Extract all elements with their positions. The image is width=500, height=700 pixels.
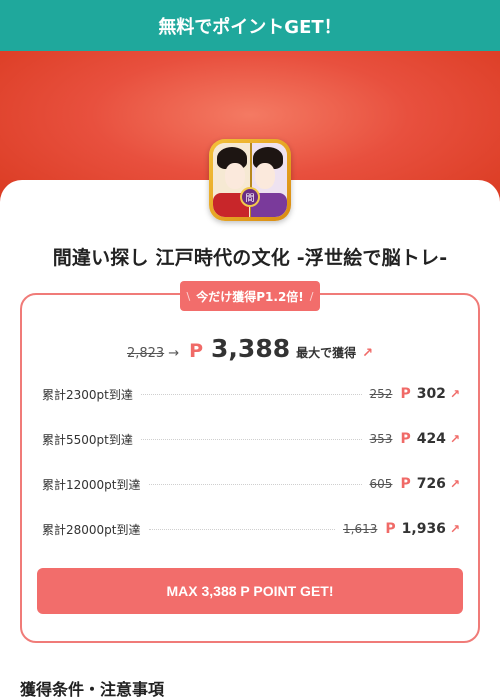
tier-row: 累計12000pt到達 605 P 726 ↗ xyxy=(42,474,460,494)
points-p-icon: P xyxy=(189,340,204,362)
app-icon-seal: 間 xyxy=(240,187,260,207)
max-points-row: 2,823 → P 3,388 最大で獲得 ↗ xyxy=(0,334,500,363)
arrow-up-right-icon: ↗ xyxy=(362,346,374,361)
dotted-leader xyxy=(140,438,362,440)
tier-old-points: 353 xyxy=(369,432,393,446)
app-title: 間違い探し 江戸時代の文化 -浮世絵で脳トレ- xyxy=(52,247,448,269)
badge-deco-left: \ xyxy=(186,289,191,303)
tier-old-points: 252 xyxy=(369,387,393,401)
dotted-leader xyxy=(148,483,362,485)
max-points-label: 最大で獲得 xyxy=(296,346,357,360)
arrow-up-right-icon: ↗ xyxy=(449,522,460,536)
tier-row: 累計5500pt到達 353 P 424 ↗ xyxy=(42,429,460,449)
tier-label: 累計28000pt到達 xyxy=(42,522,141,537)
tier-points-value: 1,936 xyxy=(401,521,446,537)
max-old-points: 2,823 xyxy=(126,346,165,361)
tier-points-value: 302 xyxy=(416,386,446,402)
points-p-icon: P xyxy=(400,431,411,447)
arrow-up-right-icon: ↗ xyxy=(449,387,460,401)
top-header: 無料でポイントGET！ xyxy=(0,0,500,51)
app-icon: 間 xyxy=(209,139,291,221)
badge-deco-right: / xyxy=(309,289,314,303)
tier-old-points: 605 xyxy=(369,477,393,491)
bonus-badge: \ 今だけ獲得P1.2倍! / xyxy=(180,281,320,311)
tier-row: 累計28000pt到達 1,613 P 1,936 ↗ xyxy=(42,519,460,539)
tier-points-value: 424 xyxy=(416,431,446,447)
arrow-up-right-icon: ↗ xyxy=(449,432,460,446)
tier-old-points: 1,613 xyxy=(343,522,378,536)
conditions-heading: 獲得条件・注意事項 xyxy=(20,680,165,699)
dotted-leader xyxy=(148,528,336,530)
arrow-right-icon: → xyxy=(168,346,180,361)
dotted-leader xyxy=(140,393,362,395)
badge-text: 今だけ獲得P1.2倍! xyxy=(196,289,304,304)
arrow-up-right-icon: ↗ xyxy=(449,477,460,491)
points-p-icon: P xyxy=(385,521,396,537)
header-title: 無料でポイントGET！ xyxy=(158,16,342,38)
tier-label: 累計5500pt到達 xyxy=(42,432,133,447)
tier-label: 累計2300pt到達 xyxy=(42,387,133,402)
points-p-icon: P xyxy=(400,476,411,492)
points-p-icon: P xyxy=(400,386,411,402)
tier-row: 累計2300pt到達 252 P 302 ↗ xyxy=(42,384,460,404)
tier-points-value: 726 xyxy=(416,476,446,492)
get-points-button[interactable]: MAX 3,388 P POINT GET! xyxy=(37,568,463,614)
max-points-value: 3,388 xyxy=(211,334,291,363)
tier-label: 累計12000pt到達 xyxy=(42,477,141,492)
